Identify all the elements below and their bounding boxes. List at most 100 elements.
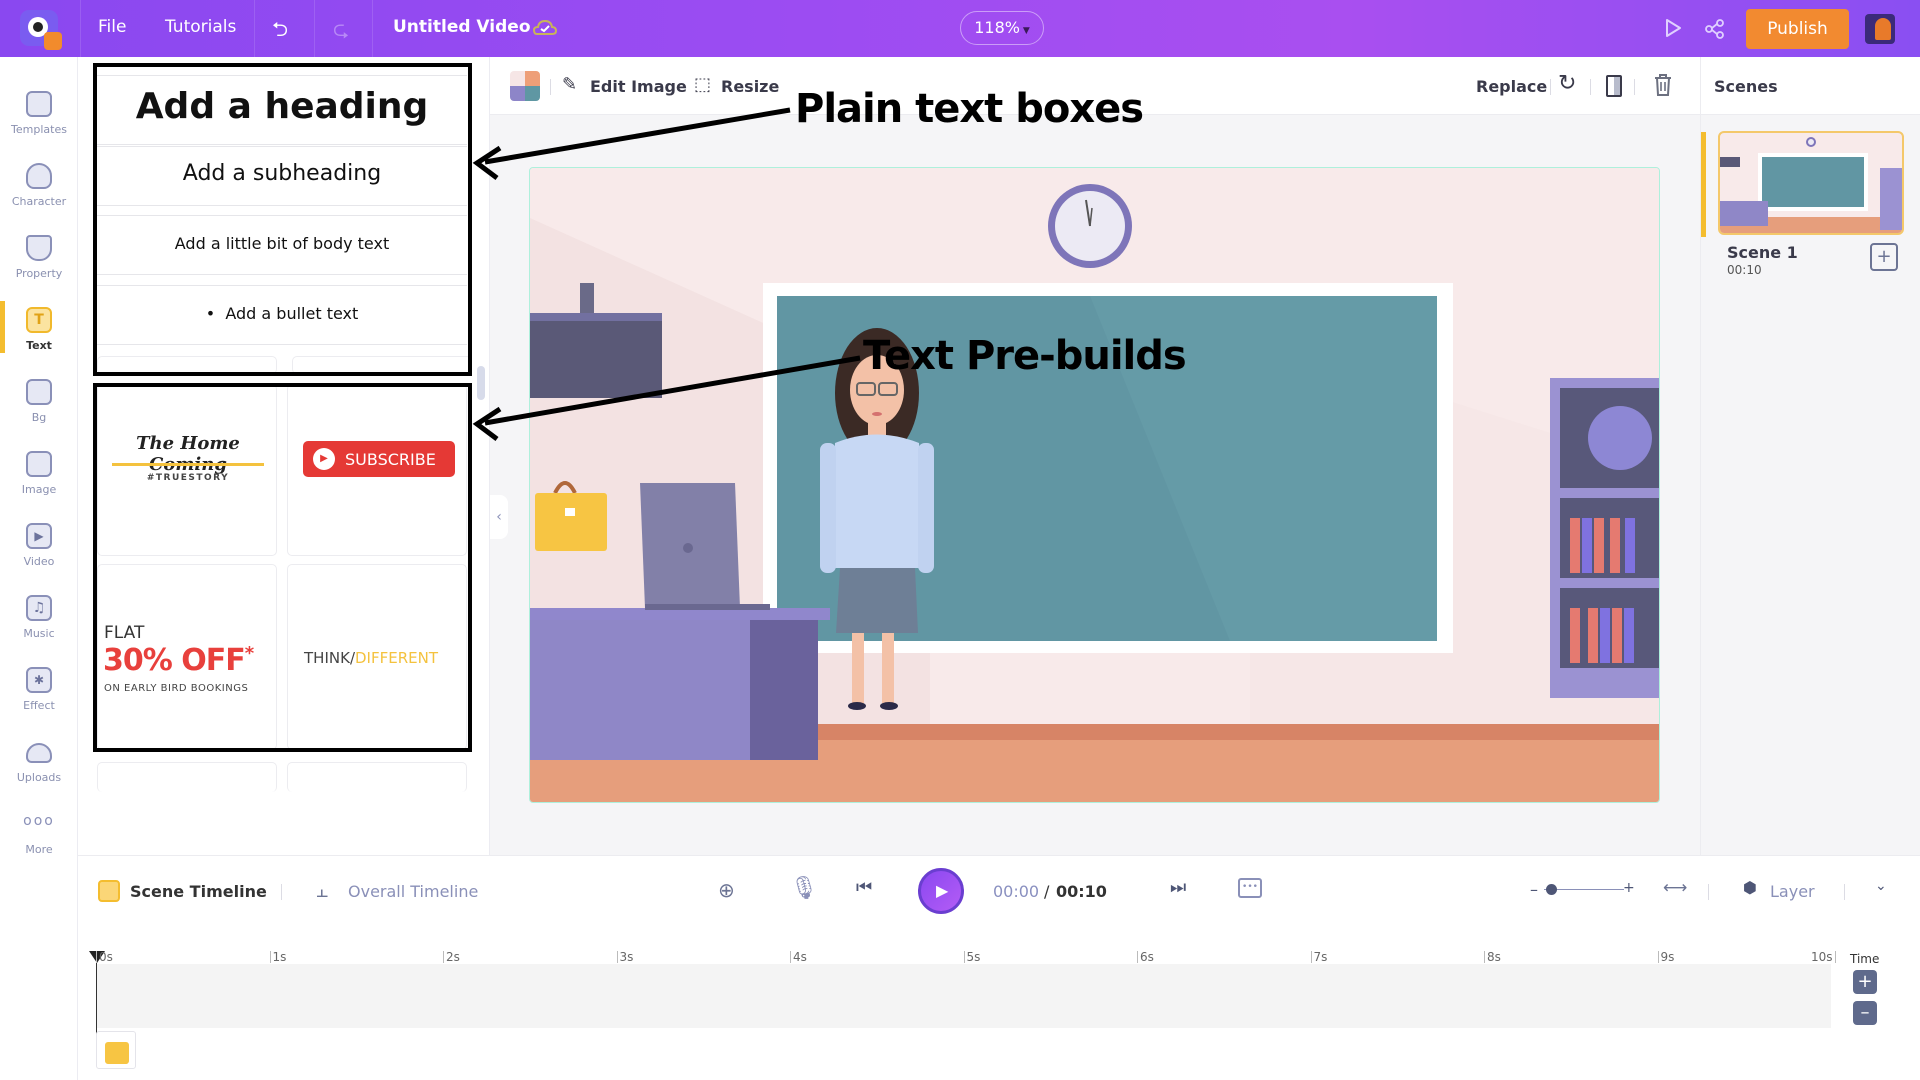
prebuild-tile-partial[interactable] [287,762,467,792]
subtitles-icon[interactable]: ••• [1238,878,1262,898]
divider [281,884,282,900]
briefcase-icon [105,1042,129,1064]
sidebar-item-text[interactable]: T Text [0,299,78,371]
add-scene-button[interactable]: + [1870,243,1898,271]
microphone-icon[interactable]: 🎙 [790,876,818,901]
divider [1708,884,1709,900]
app-logo[interactable] [20,10,62,50]
briefcase [535,481,607,551]
teacup-icon [26,235,52,261]
flip-icon[interactable] [1606,75,1622,97]
ruler-tick: 7s [1310,951,1327,963]
color-palette-icon[interactable] [510,71,540,101]
skip-back-icon[interactable]: ⏮ [856,877,872,898]
sidebar-item-more[interactable]: ooo More [0,803,78,875]
tab-overall-timeline[interactable]: Overall Timeline [348,882,478,901]
project-title[interactable]: Untitled Video [393,17,531,37]
sidebar-item-label: Video [23,555,55,568]
sidebar-item-label: Bg [31,411,47,424]
scenes-header: Scenes [1701,57,1920,115]
sidebar-item-label: Property [15,267,63,280]
share-icon[interactable] [1704,18,1726,40]
bookshelf [1550,378,1659,698]
top-bar: File Tutorials ⮌ ⮎ Untitled Video 118% ▼… [0,0,1920,57]
ruler-tick: 0s [96,951,113,963]
prebuild-tile-partial[interactable] [97,762,277,792]
timeline-track[interactable] [96,964,1831,1028]
fit-width-icon[interactable]: ⟷ [1663,878,1687,898]
classroom-scene [530,168,1659,802]
sidebar-item-bg[interactable]: Bg [0,371,78,443]
scene-thumbnail[interactable] [1718,131,1904,235]
time-divider: / [1044,882,1050,901]
user-avatar[interactable] [1865,14,1895,44]
total-time: 00:10 [1056,882,1107,901]
zoom-dropdown[interactable]: 118% ▼ [960,11,1044,45]
resize-button[interactable]: Resize [721,77,779,96]
rotate-icon[interactable]: ↻ [1558,71,1576,96]
tab-scene-timeline[interactable]: Scene Timeline [130,882,267,901]
music-icon: ♫ [26,595,52,621]
layer-button[interactable]: Layer [1770,882,1815,901]
replace-button[interactable]: Replace [1476,77,1547,96]
panel-scrollbar[interactable] [477,366,485,400]
zoom-level: 118% [974,18,1020,37]
trash-icon[interactable] [1653,73,1673,97]
sidebar-item-property[interactable]: Property [0,227,78,299]
divider [1590,79,1591,95]
cloud-saved-icon [533,19,557,35]
timeline-zoom-handle[interactable] [1546,884,1557,895]
time-zoom-out-button[interactable]: – [1853,1001,1877,1025]
crop-icon: ⬚ [694,74,712,95]
menu-file[interactable]: File [98,17,126,37]
current-time: 00:00 [993,882,1040,901]
collapse-panel-button[interactable]: ‹ [490,495,508,539]
ruler-tick: 5s [963,951,980,963]
skip-forward-icon[interactable]: ⏭ [1170,877,1186,898]
ruler-tick: 10s [1809,951,1836,963]
divider [1844,884,1845,900]
menu-tutorials[interactable]: Tutorials [165,17,236,37]
divider [1634,79,1635,95]
timeline-panel: Scene Timeline ⫠ Overall Timeline ⊕ 🎙 ⏮ … [78,855,1920,1080]
sparkle-icon: ✱ [26,667,52,693]
scene-name: Scene 1 [1727,243,1798,262]
layers-icon [26,379,52,405]
sidebar-item-templates[interactable]: Templates [0,83,78,155]
play-button[interactable]: ▶ [918,868,964,914]
left-sidebar: Templates Character Property T Text Bg I… [0,57,78,1080]
time-zoom-in-button[interactable]: + [1853,970,1877,994]
more-dots-icon: ooo [23,813,55,829]
sidebar-item-label: Text [26,339,52,352]
sidebar-item-label: More [25,843,53,856]
sidebar-item-video[interactable]: ▶ Video [0,515,78,587]
ruler-tick: 1s [269,951,286,963]
undo-icon[interactable]: ⮌ [272,15,288,49]
publish-button[interactable]: Publish [1746,9,1849,49]
edit-image-button[interactable]: Edit Image [590,77,687,96]
timeline-item-briefcase[interactable] [96,1031,136,1069]
sidebar-item-music[interactable]: ♫ Music [0,587,78,659]
desk [530,608,830,760]
focus-add-icon[interactable]: ⊕ [718,878,735,902]
divider [550,79,551,95]
ruler-tick: 4s [790,951,807,963]
sidebar-item-uploads[interactable]: Uploads [0,731,78,803]
divider [314,0,315,57]
redo-icon[interactable]: ⮎ [333,15,349,49]
annotation-text-prebuilds: Text Pre-builds [863,333,1187,379]
collapse-timeline-icon[interactable]: ⌄ [1875,878,1887,894]
zoom-in-icon[interactable]: + [1623,880,1635,896]
sidebar-item-image[interactable]: Image [0,443,78,515]
scene-canvas[interactable] [529,167,1660,803]
sidebar-item-effect[interactable]: ✱ Effect [0,659,78,731]
clapperboard-icon [26,91,52,117]
scene-duration: 00:10 [1727,263,1762,277]
preview-play-icon[interactable] [1663,17,1683,39]
sidebar-item-character[interactable]: Character [0,155,78,227]
sidebar-item-label: Uploads [16,771,62,784]
ruler-tick: 3s [616,951,633,963]
text-icon: T [26,307,52,333]
zoom-out-icon[interactable]: – [1530,880,1538,899]
divider [254,0,255,57]
